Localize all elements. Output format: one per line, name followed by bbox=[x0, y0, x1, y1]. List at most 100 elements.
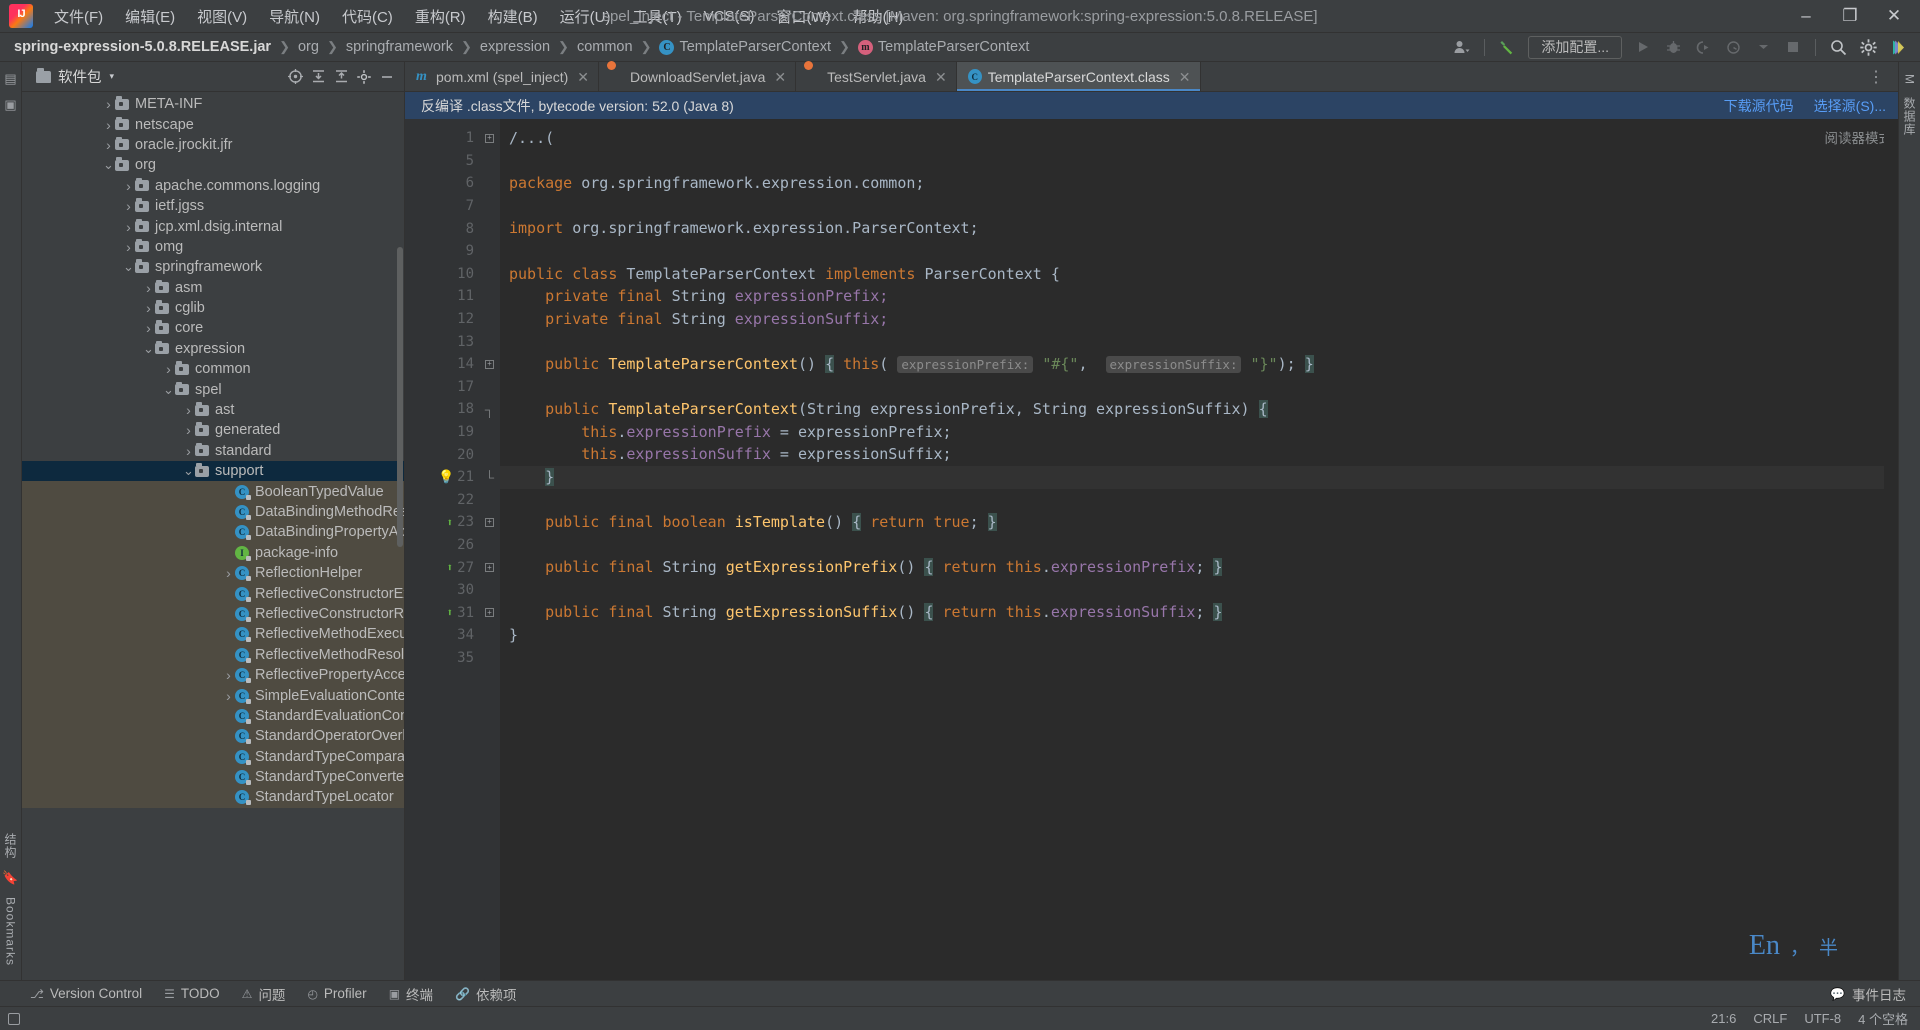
fold-marker[interactable]: + bbox=[479, 511, 500, 534]
hide-tool-window-icon[interactable] bbox=[376, 66, 398, 88]
tree-item-3[interactable]: ⌄ org bbox=[22, 155, 404, 175]
chevron-down-icon[interactable]: ⌄ bbox=[122, 259, 135, 275]
breadcrumb[interactable]: spring-expression-5.0.8.RELEASE.jar ❯ org ❯… bbox=[14, 39, 1029, 55]
project-tree[interactable]: › META-INF › netscape › oracle.jrockit.jfr ⌄ or… bbox=[22, 92, 404, 980]
version-control-tab[interactable]: ⎇ Version Control bbox=[30, 986, 142, 1001]
tree-item-7[interactable]: › omg bbox=[22, 237, 404, 257]
chevron-down-icon[interactable] bbox=[1749, 34, 1777, 60]
code-line[interactable]: import org.springframework.expression.Pa… bbox=[500, 217, 1884, 240]
menu-item-2[interactable]: 视图(V) bbox=[186, 2, 258, 31]
chevron-right-icon[interactable]: › bbox=[122, 198, 135, 214]
code-line[interactable]: private final String expressionSuffix; bbox=[500, 308, 1884, 331]
stop-icon[interactable] bbox=[1779, 34, 1807, 60]
chevron-down-icon[interactable]: ⌄ bbox=[142, 341, 155, 357]
chevron-right-icon[interactable]: › bbox=[222, 565, 235, 581]
chevron-right-icon[interactable]: › bbox=[182, 443, 195, 459]
tree-item-33[interactable]: C StandardTypeConverter bbox=[22, 766, 404, 788]
menu-item-1[interactable]: 编辑(E) bbox=[114, 2, 186, 31]
code-line[interactable]: public class TemplateParserContext imple… bbox=[500, 263, 1884, 286]
chevron-right-icon[interactable]: › bbox=[142, 300, 155, 316]
breadcrumb-item-5[interactable]: C TemplateParserContext bbox=[659, 39, 831, 55]
code-line[interactable]: public final boolean isTemplate() { retu… bbox=[500, 511, 1884, 534]
editor-gutter[interactable]: 1 5 6 7 8 9 10 11 12 13 14 17 18 19 20 💡 21 22 ⬆ 23 26 ⬆ 27 30 ⬆… bbox=[405, 119, 479, 980]
expand-all-icon[interactable] bbox=[330, 66, 352, 88]
tree-item-9[interactable]: › asm bbox=[22, 278, 404, 298]
tree-item-31[interactable]: CStandardOperatorOverloader bbox=[22, 726, 404, 747]
code-content[interactable]: /...(package org.springframework.express… bbox=[500, 119, 1884, 980]
build-hammer-icon[interactable] bbox=[1493, 34, 1521, 60]
todo-tab[interactable]: ☰ TODO bbox=[164, 986, 220, 1001]
fold-marker[interactable]: + bbox=[479, 127, 500, 150]
chevron-right-icon[interactable]: › bbox=[222, 667, 235, 683]
tree-item-30[interactable]: CStandardEvaluationContext bbox=[22, 705, 404, 727]
event-log-label[interactable]: 事件日志 bbox=[1852, 984, 1906, 1004]
breadcrumb-item-0[interactable]: spring-expression-5.0.8.RELEASE.jar bbox=[14, 39, 271, 55]
editor-fold-column[interactable]: + + ┐ └ + + + bbox=[479, 119, 500, 980]
problems-tab[interactable]: ⚠ 问题 bbox=[242, 984, 286, 1004]
ide-assistant-icon[interactable] bbox=[1884, 34, 1912, 60]
chevron-right-icon[interactable]: › bbox=[102, 137, 115, 153]
code-line[interactable] bbox=[500, 647, 1884, 670]
tree-item-21[interactable]: CDataBindingPropertyAccessor bbox=[22, 522, 404, 543]
code-line[interactable] bbox=[500, 534, 1884, 557]
menu-item-7[interactable]: 运行(U) bbox=[549, 2, 622, 31]
menu-bar[interactable]: 文件(F) 编辑(E) 视图(V) 导航(N) 代码(C) 重构(R) 构建(B) 运行(U)… bbox=[43, 2, 914, 31]
minimize-button[interactable]: – bbox=[1784, 0, 1828, 33]
layout-toggle-icon[interactable] bbox=[8, 1012, 20, 1025]
menu-item-6[interactable]: 构建(B) bbox=[477, 2, 549, 31]
user-account-icon[interactable] bbox=[1448, 34, 1476, 60]
override-method-icon[interactable]: ⬆ bbox=[447, 606, 454, 619]
tree-item-5[interactable]: › ietf.jgss bbox=[22, 196, 404, 216]
tree-item-6[interactable]: › jcp.xml.dsig.internal bbox=[22, 216, 404, 236]
code-line[interactable]: public final String getExpressionPrefix(… bbox=[500, 556, 1884, 579]
tree-item-1[interactable]: › netscape bbox=[22, 114, 404, 134]
ime-language-label[interactable]: En bbox=[1749, 930, 1780, 962]
tree-item-11[interactable]: › core bbox=[22, 318, 404, 338]
code-line[interactable]: package org.springframework.expression.c… bbox=[500, 172, 1884, 195]
menu-item-10[interactable]: 窗口(W) bbox=[765, 2, 841, 31]
menu-item-5[interactable]: 重构(R) bbox=[404, 2, 477, 31]
bookmarks-icon[interactable]: 🔖 bbox=[2, 870, 18, 886]
tree-item-22[interactable]: Ipackage-info bbox=[22, 542, 404, 563]
code-line[interactable]: this.expressionSuffix = expressionSuffix… bbox=[500, 443, 1884, 466]
close-tab-icon[interactable]: ✕ bbox=[577, 70, 589, 84]
dependencies-tab[interactable]: 🔗 依赖项 bbox=[455, 984, 516, 1004]
collapse-all-icon[interactable] bbox=[307, 66, 329, 88]
bookmarks-tool-label[interactable]: Bookmarks bbox=[4, 897, 18, 966]
chevron-right-icon[interactable]: › bbox=[222, 688, 235, 704]
indent-setting[interactable]: 4 个空格 bbox=[1858, 1009, 1908, 1028]
search-everywhere-icon[interactable] bbox=[1824, 34, 1852, 60]
code-line[interactable] bbox=[500, 150, 1884, 173]
chevron-right-icon[interactable]: › bbox=[162, 361, 175, 377]
code-line[interactable] bbox=[500, 579, 1884, 602]
tree-item-19[interactable]: C BooleanTypedValue bbox=[22, 481, 404, 502]
menu-item-8[interactable]: 工具(T) bbox=[621, 2, 692, 31]
tree-item-25[interactable]: CReflectiveConstructorResolver bbox=[22, 603, 404, 625]
choose-sources-link[interactable]: 选择源(S)... bbox=[1814, 96, 1886, 116]
database-tool-label[interactable]: 数据库 bbox=[1901, 97, 1918, 136]
editor-tab-3[interactable]: C TemplateParserContext.class ✕ bbox=[956, 62, 1201, 91]
run-icon[interactable] bbox=[1629, 34, 1657, 60]
tree-item-2[interactable]: › oracle.jrockit.jfr bbox=[22, 135, 404, 155]
line-separator[interactable]: CRLF bbox=[1753, 1011, 1787, 1026]
menu-item-4[interactable]: 代码(C) bbox=[331, 2, 404, 31]
chevron-right-icon[interactable]: › bbox=[142, 320, 155, 336]
editor-tab-0[interactable]: m pom.xml (spel_inject) ✕ bbox=[405, 62, 599, 91]
download-sources-link[interactable]: 下载源代码 bbox=[1724, 96, 1794, 116]
tree-item-10[interactable]: › cglib bbox=[22, 298, 404, 318]
tree-item-32[interactable]: CStandardTypeComparator bbox=[22, 746, 404, 767]
tab-overflow-icon[interactable]: ⋮ bbox=[1862, 64, 1890, 90]
project-tool-icon[interactable]: ▤ bbox=[4, 71, 16, 87]
debug-icon[interactable] bbox=[1659, 34, 1687, 60]
breadcrumb-item-4[interactable]: common bbox=[577, 39, 633, 55]
fold-marker[interactable]: └ bbox=[479, 466, 500, 489]
close-tab-icon[interactable]: ✕ bbox=[935, 70, 947, 84]
caret-position[interactable]: 21:6 bbox=[1711, 1011, 1736, 1026]
chevron-right-icon[interactable]: › bbox=[142, 280, 155, 296]
tree-item-26[interactable]: CReflectiveMethodExecutor bbox=[22, 624, 404, 645]
editor-tab-1[interactable]: DownloadServlet.java ✕ bbox=[599, 62, 797, 91]
close-button[interactable]: ✕ bbox=[1872, 0, 1916, 33]
tree-item-20[interactable]: C DataBindingMethodResolver bbox=[22, 501, 404, 523]
chevron-right-icon[interactable]: › bbox=[122, 219, 135, 235]
breadcrumb-item-2[interactable]: springframework bbox=[346, 39, 453, 55]
